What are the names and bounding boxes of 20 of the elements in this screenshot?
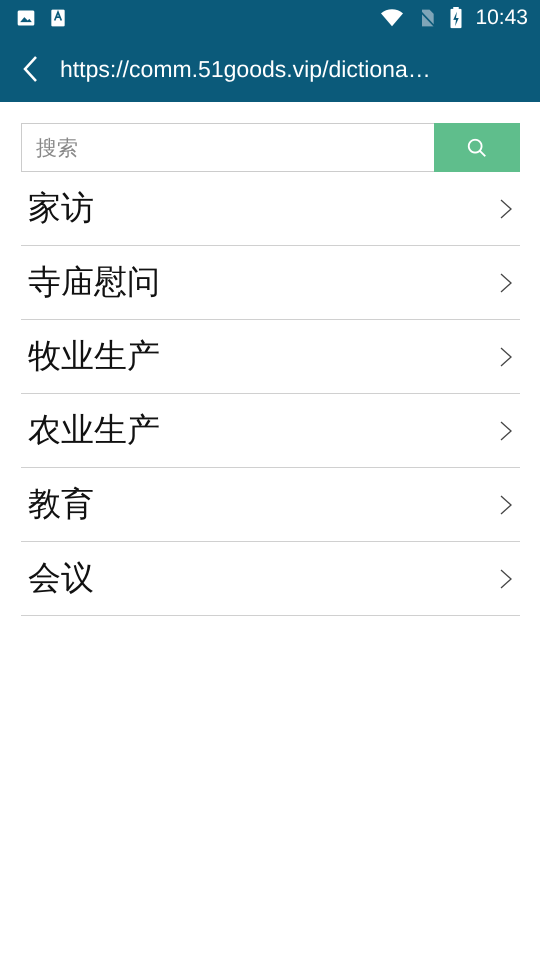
search-field[interactable]: 搜索 [21,123,434,172]
chevron-right-icon [500,420,512,440]
chevron-right-icon [500,568,512,588]
category-item[interactable]: 教育 [21,468,520,542]
category-item[interactable]: 寺庙慰问 [21,246,520,320]
wifi-icon [379,7,406,29]
category-item[interactable]: 家访 [21,172,520,246]
battery-charging-icon [449,7,464,29]
chevron-right-icon [500,494,512,514]
chevron-right-icon [500,346,512,366]
status-time: 10:43 [475,6,528,30]
search-icon [466,136,488,158]
chevron-right-icon [500,198,512,218]
category-item[interactable]: 牧业生产 [21,320,520,394]
page-title: https://comm.51goods.vip/dictiona… [60,56,431,82]
chevron-right-icon [500,272,512,292]
category-item[interactable]: 农业生产 [21,394,520,468]
category-item[interactable]: 会议 [21,542,520,616]
back-icon[interactable] [22,55,40,83]
image-icon [16,8,36,28]
